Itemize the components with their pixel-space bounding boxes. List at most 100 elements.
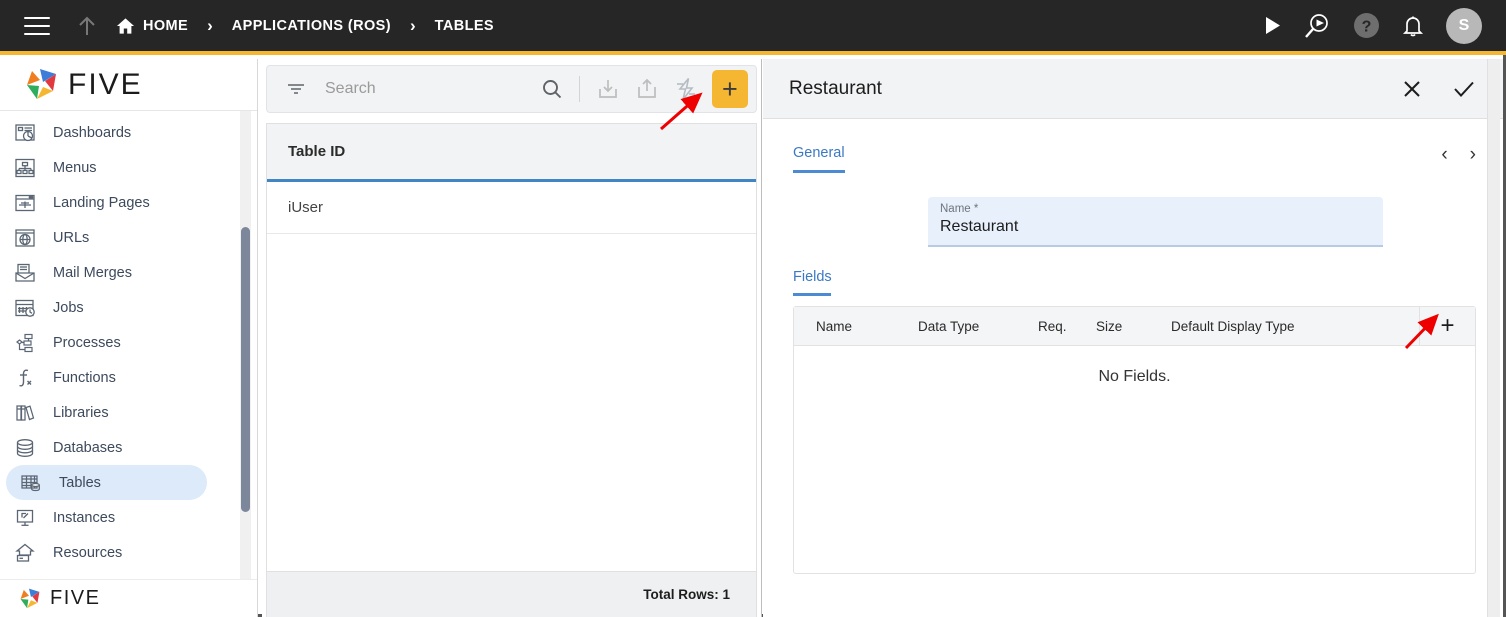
sidebar-item-label: Landing Pages bbox=[53, 194, 150, 211]
sidebar-item-label: Tables bbox=[59, 474, 101, 491]
top-navigation-bar: HOME › APPLICATIONS (ROS) › TABLES ? S bbox=[0, 0, 1506, 55]
tables-grid-header: Table ID bbox=[267, 124, 756, 182]
sidebar-nav-scroll: Dashboards Menus Landing Pages URLs Mail… bbox=[0, 115, 257, 570]
sidebar-item-urls[interactable]: URLs bbox=[0, 220, 207, 255]
sidebar-item-label: Databases bbox=[53, 439, 123, 456]
five-logo-icon bbox=[27, 68, 56, 99]
home-icon bbox=[116, 17, 135, 35]
fields-table-body: No Fields. bbox=[794, 346, 1475, 573]
sidebar-item-label: Resources bbox=[53, 544, 123, 561]
column-header-name[interactable]: Name bbox=[794, 319, 918, 334]
resources-icon bbox=[14, 542, 36, 564]
sidebar-item-instances[interactable]: Instances bbox=[0, 500, 207, 535]
sidebar-item-label: Mail Merges bbox=[53, 264, 132, 281]
export-icon[interactable] bbox=[633, 74, 660, 104]
column-header-size[interactable]: Size bbox=[1096, 319, 1171, 334]
sidebar-scrollbar-thumb[interactable] bbox=[241, 227, 250, 512]
sidebar-item-dashboards[interactable]: Dashboards bbox=[0, 115, 207, 150]
brand-wordmark: FIVE bbox=[68, 67, 143, 101]
import-icon[interactable] bbox=[594, 74, 621, 104]
sidebar-item-functions[interactable]: Functions bbox=[0, 360, 207, 395]
brand-logo: FIVE bbox=[0, 59, 257, 111]
column-header-default-display-type[interactable]: Default Display Type bbox=[1171, 319, 1295, 334]
libraries-books-icon bbox=[14, 402, 36, 424]
arrow-up-icon[interactable] bbox=[72, 11, 102, 41]
tables-grid-icon bbox=[20, 472, 42, 494]
detail-header-actions bbox=[1399, 76, 1477, 102]
breadcrumb-item-applications[interactable]: APPLICATIONS (ROS) bbox=[232, 18, 391, 34]
urls-globe-icon bbox=[14, 227, 36, 249]
table-detail-panel: Restaurant General ‹ › Name * Restaurant… bbox=[763, 59, 1503, 617]
breadcrumb-label-home: HOME bbox=[143, 17, 189, 34]
fields-section-underline bbox=[793, 293, 831, 296]
save-checkmark-icon[interactable] bbox=[1451, 76, 1477, 102]
name-field-wrapper: Name * Restaurant bbox=[793, 197, 1476, 247]
top-bar-actions: ? S bbox=[1264, 7, 1482, 44]
databases-cylinder-icon bbox=[14, 437, 36, 459]
debug-search-icon[interactable] bbox=[1303, 12, 1331, 40]
sidebar-item-label: URLs bbox=[53, 229, 90, 246]
run-icon[interactable] bbox=[1264, 16, 1281, 35]
chevron-left-icon[interactable]: ‹ bbox=[1441, 145, 1447, 164]
brand-wordmark-footer: FIVE bbox=[50, 587, 101, 609]
fields-section-header: Fields bbox=[793, 247, 1476, 296]
add-field-button[interactable]: + bbox=[1419, 307, 1475, 345]
search-icon[interactable] bbox=[538, 74, 565, 104]
table-row[interactable]: iUser bbox=[267, 182, 756, 234]
menus-icon bbox=[14, 157, 36, 179]
sidebar-item-label: Menus bbox=[53, 159, 97, 176]
breadcrumb-label-applications: APPLICATIONS (ROS) bbox=[231, 17, 391, 34]
page-scrollbar[interactable] bbox=[1487, 59, 1500, 617]
svg-text:?: ? bbox=[1362, 19, 1372, 36]
column-header-data-type[interactable]: Data Type bbox=[918, 319, 1038, 334]
dashboard-icon bbox=[14, 122, 36, 144]
sidebar-item-label: Processes bbox=[53, 334, 121, 351]
name-field[interactable]: Name * Restaurant bbox=[928, 197, 1383, 247]
quick-actions-lightning-icon[interactable] bbox=[673, 74, 700, 104]
sidebar-item-databases[interactable]: Databases bbox=[0, 430, 207, 465]
search-input[interactable] bbox=[317, 80, 532, 98]
sidebar-item-label: Functions bbox=[53, 369, 116, 386]
fields-section-label[interactable]: Fields bbox=[793, 269, 832, 293]
avatar[interactable]: S bbox=[1446, 7, 1482, 44]
breadcrumb-item-home[interactable]: HOME bbox=[116, 17, 188, 35]
column-header-req[interactable]: Req. bbox=[1038, 319, 1096, 334]
tables-grid: Table ID iUser bbox=[266, 123, 757, 571]
sidebar-item-jobs[interactable]: Jobs bbox=[0, 290, 207, 325]
help-icon[interactable]: ? bbox=[1353, 12, 1380, 39]
sidebar: FIVE Dashboards Menus Landing Pages URLs… bbox=[0, 59, 258, 617]
close-icon[interactable] bbox=[1399, 76, 1425, 102]
sidebar-item-resources[interactable]: Resources bbox=[0, 535, 207, 570]
landing-pages-icon bbox=[14, 192, 36, 214]
sidebar-item-libraries[interactable]: Libraries bbox=[0, 395, 207, 430]
detail-body: General ‹ › Name * Restaurant Fields Nam… bbox=[763, 119, 1503, 617]
name-field-label: Name * bbox=[940, 203, 979, 215]
cell-table-id: iUser bbox=[288, 199, 324, 216]
sidebar-item-mail-merges[interactable]: Mail Merges bbox=[0, 255, 207, 290]
add-record-button-label: + bbox=[721, 73, 738, 104]
notifications-bell-icon[interactable] bbox=[1402, 14, 1424, 38]
add-record-button[interactable]: + bbox=[711, 70, 748, 108]
column-header-table-id[interactable]: Table ID bbox=[288, 143, 345, 160]
hamburger-icon[interactable] bbox=[24, 16, 50, 35]
tab-general[interactable]: General bbox=[793, 145, 845, 173]
add-field-button-label: + bbox=[1440, 312, 1455, 339]
fields-table: Name Data Type Req. Size Default Display… bbox=[793, 306, 1476, 574]
detail-header: Restaurant bbox=[763, 59, 1503, 119]
sidebar-item-menus[interactable]: Menus bbox=[0, 150, 207, 185]
tables-grid-footer: Total Rows: 1 bbox=[266, 571, 757, 617]
chevron-right-icon[interactable]: › bbox=[1470, 145, 1476, 164]
chevron-right-icon-2: › bbox=[409, 15, 416, 35]
chevron-right-icon: › bbox=[207, 15, 213, 35]
processes-flow-icon bbox=[14, 332, 36, 354]
sidebar-item-tables[interactable]: Tables bbox=[6, 465, 207, 500]
breadcrumb-item-tables[interactable]: TABLES bbox=[435, 18, 494, 34]
filter-icon[interactable] bbox=[283, 76, 309, 102]
jobs-calendar-icon bbox=[14, 297, 36, 319]
sidebar-item-processes[interactable]: Processes bbox=[0, 325, 207, 360]
toolbar-divider bbox=[579, 76, 581, 102]
breadcrumb-label-tables: TABLES bbox=[434, 17, 494, 34]
list-toolbar: + bbox=[266, 65, 757, 113]
sidebar-nav: Dashboards Menus Landing Pages URLs Mail… bbox=[0, 111, 257, 579]
sidebar-item-landing-pages[interactable]: Landing Pages bbox=[0, 185, 207, 220]
